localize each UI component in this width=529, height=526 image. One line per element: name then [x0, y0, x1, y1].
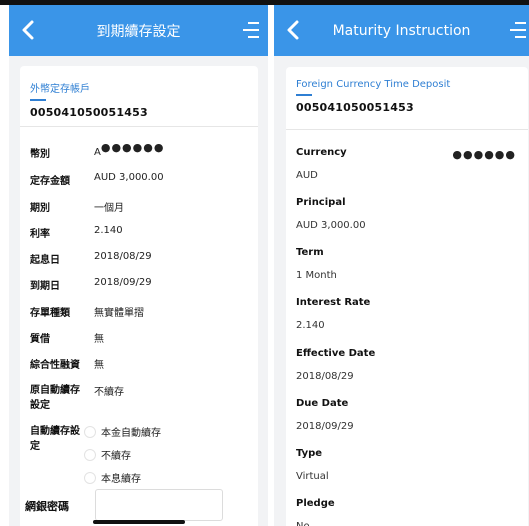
account-number: 005041050051453 — [30, 106, 148, 119]
radio-principal-auto-renew[interactable]: 本金自動續存 — [84, 424, 161, 439]
auto-renew-setting-label: 自動續存設定 — [30, 424, 80, 454]
password-label: 網銀密碼 — [25, 500, 69, 513]
radio-label: 本息續存 — [101, 474, 141, 485]
account-type-label: Foreign Currency Time Deposit — [296, 79, 451, 90]
term-label: 期別 — [30, 203, 50, 214]
currency-masked: ●●●●●● — [100, 141, 165, 154]
effective-date-value: 2018/08/29 — [296, 371, 354, 382]
rate-label: Interest Rate — [296, 297, 371, 308]
type-value: Virtual — [296, 471, 329, 482]
back-arrow-icon[interactable] — [19, 19, 39, 41]
start-date-label: 起息日 — [30, 255, 60, 266]
pledge-label: Pledge — [296, 498, 335, 509]
currency-label: Currency — [296, 147, 347, 158]
radio-circle[interactable] — [84, 471, 96, 484]
due-date-label: Due Date — [296, 398, 349, 409]
page-title: 到期續存設定 — [96, 23, 181, 40]
term-label: Term — [296, 247, 324, 258]
header-bar: 到期續存設定 — [9, 5, 268, 56]
password-input[interactable] — [95, 489, 223, 521]
principal-value: AUD 3,000.00 — [94, 172, 164, 183]
pledge-value: No — [296, 521, 310, 526]
currency-masked: ●●●●●● — [452, 148, 516, 161]
currency-value: A●●●●●● — [94, 141, 164, 158]
principal-label: 定存金額 — [30, 176, 70, 187]
radio-principal-interest-renew[interactable]: 本息續存 — [84, 470, 141, 485]
account-type-label: 外幣定存帳戶 — [30, 84, 90, 95]
header-bar: Maturity Instruction — [274, 5, 529, 56]
effective-date-label: Effective Date — [296, 348, 376, 359]
radio-label: 不續存 — [101, 451, 131, 462]
english-screen: Maturity Instruction Foreign Currency Ti… — [274, 5, 529, 526]
original-auto-renew-label-line2: 設定 — [30, 400, 50, 411]
account-number: 005041050051453 — [296, 101, 414, 114]
menu-icon[interactable] — [242, 20, 260, 40]
radio-label: 本金自動續存 — [101, 428, 161, 439]
original-auto-renew-label: 原自動續存 設定 — [30, 383, 80, 413]
term-value: 1 Month — [296, 270, 337, 281]
principal-value: AUD 3,000.00 — [296, 220, 366, 231]
home-indicator — [93, 520, 185, 524]
card-divider — [286, 129, 528, 130]
rate-value: 2.140 — [296, 320, 325, 331]
currency-value: AUD — [296, 170, 318, 181]
radio-circle[interactable] — [84, 425, 96, 438]
certificate-type-label: 存單種類 — [30, 308, 70, 319]
due-date-label: 到期日 — [30, 281, 60, 292]
principal-label: Principal — [296, 197, 346, 208]
radio-no-renew[interactable]: 不續存 — [84, 447, 131, 462]
auto-renew-setting-label-line2: 定 — [30, 441, 40, 452]
due-date-value: 2018/09/29 — [94, 277, 152, 288]
original-auto-renew-value: 不續存 — [94, 387, 124, 398]
type-label: Type — [296, 448, 323, 459]
radio-circle[interactable] — [84, 448, 96, 461]
term-value: 一個月 — [94, 203, 124, 214]
menu-icon[interactable] — [509, 20, 527, 40]
start-date-value: 2018/08/29 — [94, 251, 152, 262]
rate-label: 利率 — [30, 229, 50, 240]
rate-value: 2.140 — [94, 225, 123, 236]
currency-prefix: A — [94, 147, 101, 158]
account-type-underline — [30, 99, 46, 101]
combined-financing-label: 綜合性融資 — [30, 360, 80, 371]
deposit-details-card: Foreign Currency Time Deposit 0050410500… — [286, 67, 528, 526]
deposit-details-card: 外幣定存帳戶 005041050051453 幣別 A●●●●●● 定存金額 A… — [20, 66, 258, 526]
auto-renew-setting-label-line1: 自動續存設 — [30, 426, 80, 437]
combined-financing-value: 無 — [94, 360, 104, 371]
back-arrow-icon[interactable] — [284, 19, 304, 41]
currency-label: 幣別 — [30, 149, 50, 160]
pledge-value: 無 — [94, 334, 104, 345]
certificate-type-value: 無實體單摺 — [94, 308, 144, 319]
due-date-value: 2018/09/29 — [296, 421, 354, 432]
account-type-underline — [296, 94, 312, 96]
original-auto-renew-label-line1: 原自動續存 — [30, 385, 80, 396]
card-divider — [20, 126, 258, 127]
page-title: Maturity Instruction — [332, 22, 471, 39]
chinese-screen: 到期續存設定 外幣定存帳戶 005041050051453 幣別 A●●●●●●… — [9, 5, 268, 526]
pledge-label: 質借 — [30, 334, 50, 345]
